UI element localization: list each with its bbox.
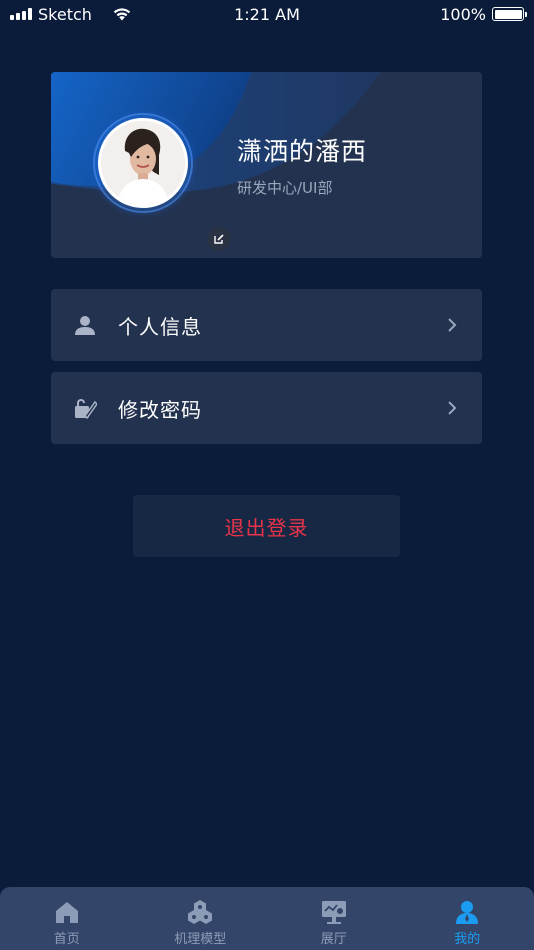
lock-edit-icon: [75, 399, 97, 420]
logout-button[interactable]: 退出登录: [133, 495, 400, 557]
carrier-name: Sketch: [38, 4, 92, 24]
menu-item-label: 修改密码: [118, 397, 202, 422]
status-bar: Sketch 1:21 AM 100%: [0, 0, 534, 28]
avatar-portrait: [101, 121, 185, 205]
tab-label: 展厅: [320, 932, 347, 947]
avatar-container: [87, 107, 231, 251]
tab-label: 机理模型: [174, 932, 227, 947]
edit-avatar-button[interactable]: [207, 227, 231, 251]
home-icon: [55, 902, 78, 923]
profile-icon: [456, 901, 479, 924]
menu-item-personal-info[interactable]: 个人信息: [51, 289, 482, 361]
wifi-icon: [113, 8, 131, 21]
tab-mine[interactable]: 我的: [401, 887, 534, 950]
tab-model[interactable]: 机理模型: [134, 887, 268, 950]
user-name: 潇洒的潘西: [237, 137, 368, 166]
profile-card: 潇洒的潘西 研发中心/UI部: [51, 72, 482, 258]
tab-home[interactable]: 首页: [0, 887, 134, 950]
battery-percent: 100%: [440, 4, 486, 24]
battery-icon: [492, 7, 527, 21]
status-right: 100%: [440, 4, 527, 24]
avatar[interactable]: [98, 118, 188, 208]
edit-icon: [214, 234, 224, 244]
status-left: Sketch: [10, 5, 190, 24]
tab-exhibition[interactable]: 展厅: [267, 887, 401, 950]
chevron-right-icon: [448, 318, 457, 332]
bottom-tab-bar: 首页 机理模型 展厅 我的: [0, 887, 534, 950]
menu-item-label: 个人信息: [118, 314, 202, 339]
signal-icon: [10, 8, 32, 20]
tab-label: 首页: [53, 932, 80, 947]
user-icon: [75, 316, 95, 335]
tab-label: 我的: [454, 932, 481, 947]
exhibition-icon: [321, 901, 346, 924]
model-icon: [188, 900, 213, 924]
menu-item-change-password[interactable]: 修改密码: [51, 372, 482, 444]
chevron-right-icon: [448, 401, 457, 415]
user-department: 研发中心/UI部: [237, 179, 333, 197]
